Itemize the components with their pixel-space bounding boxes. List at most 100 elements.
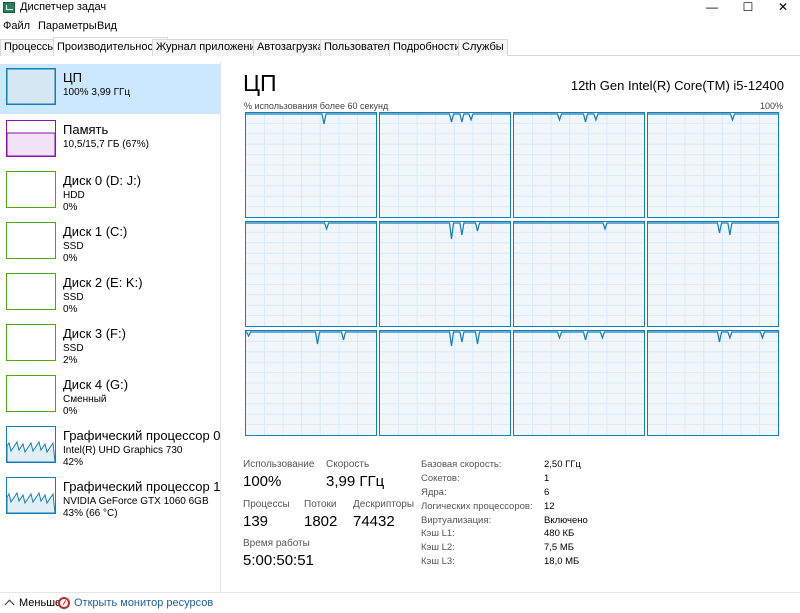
handles-value: 74432 <box>353 513 395 530</box>
core-usage-chart <box>246 113 376 217</box>
utilization-value: 100% <box>243 473 282 490</box>
sidebar-item-disk-1[interactable]: Диск 1 (C:) SSD 0% <box>0 218 220 268</box>
logical-processor-graph <box>379 221 511 327</box>
menu-file[interactable]: Файл <box>3 20 30 32</box>
sidebar-item-cpu[interactable]: ЦП 100% 3,99 ГГц <box>0 64 220 114</box>
task-manager-icon <box>3 2 15 13</box>
thumb-chart-disk-3 <box>6 324 56 361</box>
sidebar-item-gpu-0[interactable]: Графический процессор 0 Intel(R) UHD Gra… <box>0 422 221 472</box>
cpu-panel: ЦП 12th Gen Intel(R) Core(TM) i5-12400 %… <box>222 62 800 592</box>
tab-details[interactable]: Подробности <box>389 39 465 56</box>
sidebar-item-type: HDD <box>63 190 85 201</box>
fewer-details-button[interactable]: Меньше <box>4 597 61 610</box>
core-usage-chart <box>648 113 778 217</box>
graph-caption: % использования более 60 секунд <box>244 101 389 111</box>
sidebar-item-memory[interactable]: Память 10,5/15,7 ГБ (67%) <box>0 116 220 166</box>
sidebar-item-usage: 0% <box>63 253 78 264</box>
maximize-button[interactable]: ☐ <box>731 0 765 16</box>
cpu-model: 12th Gen Intel(R) Core(TM) i5-12400 <box>570 78 784 93</box>
uptime-value: 5:00:50:51 <box>243 552 314 569</box>
sidebar-item-detail: 100% 3,99 ГГц <box>63 87 131 98</box>
core-usage-chart <box>246 222 376 326</box>
spec-label-virtualization: Виртуализация: <box>421 515 492 526</box>
core-usage-line <box>246 113 376 125</box>
sidebar-item-name: Диск 2 (E: K:) <box>63 275 143 290</box>
processes-label: Процессы <box>243 499 290 510</box>
logical-processor-graph <box>513 112 645 218</box>
menu-view[interactable]: Вид <box>97 20 117 32</box>
tab-users[interactable]: Пользователи <box>320 39 400 56</box>
speed-value: 3,99 ГГц <box>326 473 385 490</box>
sidebar-item-usage: 2% <box>63 355 78 366</box>
tab-processes[interactable]: Процессы <box>0 39 60 56</box>
logical-processor-graph <box>647 112 779 218</box>
uptime-label: Время работы <box>243 538 310 549</box>
processes-value: 139 <box>243 513 269 530</box>
tab-services[interactable]: Службы <box>458 39 508 56</box>
sidebar-item-disk-3[interactable]: Диск 3 (F:) SSD 2% <box>0 320 220 370</box>
sidebar-item-usage: 42% <box>63 457 84 468</box>
core-usage-chart <box>648 222 778 326</box>
sidebar-item-usage: 43% (66 °C) <box>63 508 118 519</box>
thumb-chart-disk-2 <box>6 273 56 310</box>
core-usage-line <box>648 222 778 236</box>
tab-performance[interactable]: Производительность <box>53 37 168 56</box>
spec-value-l3-cache: 18,0 МБ <box>544 556 580 567</box>
sidebar-item-disk-2[interactable]: Диск 2 (E: K:) SSD 0% <box>0 269 220 319</box>
sidebar-item-model: Intel(R) UHD Graphics 730 <box>63 445 183 456</box>
sidebar-item-name: Диск 4 (G:) <box>63 377 129 392</box>
sidebar-thumbnail <box>6 120 56 157</box>
sidebar-item-type: SSD <box>63 241 84 252</box>
sidebar-item-gpu-1[interactable]: Графический процессор 1 NVIDIA GeForce G… <box>0 473 221 523</box>
threads-label: Потоки <box>304 499 337 510</box>
spec-value-l1-cache: 480 КБ <box>544 528 575 539</box>
sidebar-item-name: Графический процессор 1 <box>63 479 221 494</box>
tab-startup[interactable]: Автозагрузка <box>253 39 328 56</box>
sidebar-thumbnail <box>6 171 56 208</box>
sidebar-item-name: Память <box>63 122 109 137</box>
thumb-chart-disk-0 <box>6 171 56 208</box>
sidebar-item-name: Графический процессор 0 <box>63 428 221 443</box>
spec-value-l2-cache: 7,5 МБ <box>544 542 574 553</box>
graph-max-label: 100% <box>759 101 783 111</box>
sidebar-item-name: Диск 0 (D: J:) <box>63 173 142 188</box>
spec-label-sockets: Сокетов: <box>421 473 460 484</box>
logical-processor-graph <box>245 221 377 327</box>
spec-label-l2-cache: Кэш L2: <box>421 542 455 553</box>
sidebar-item-type: SSD <box>63 343 84 354</box>
open-resource-monitor-link[interactable]: Открыть монитор ресурсов <box>58 597 213 609</box>
core-usage-chart <box>246 331 376 435</box>
thumb-chart-memory <box>6 120 56 157</box>
core-usage-chart <box>380 222 510 326</box>
close-button[interactable]: ✕ <box>766 0 800 16</box>
sidebar-thumbnail <box>6 375 56 412</box>
speed-label: Скорость <box>326 459 370 470</box>
core-usage-chart <box>514 222 644 326</box>
spec-label-l3-cache: Кэш L3: <box>421 556 455 567</box>
logical-processor-graph <box>513 330 645 436</box>
chevron-up-icon <box>4 599 15 610</box>
core-usage-line <box>380 113 510 123</box>
sidebar-item-name: ЦП <box>63 70 82 85</box>
sidebar-thumbnail <box>6 273 56 310</box>
menu-bar: Файл Параметры Вид <box>0 18 800 36</box>
sidebar-thumbnail <box>6 68 56 105</box>
sidebar-item-usage: 0% <box>63 406 78 417</box>
thumb-chart-disk-4 <box>6 375 56 412</box>
core-usage-line <box>380 331 510 347</box>
logical-processor-graph <box>647 330 779 436</box>
page-title: ЦП <box>243 70 277 96</box>
spec-value-virtualization: Включено <box>544 515 588 526</box>
minimize-button[interactable]: — <box>695 0 729 16</box>
logical-processor-graph <box>245 112 377 218</box>
tab-bar: Процессы Производительность Журнал прило… <box>0 37 800 56</box>
sidebar-item-disk-4[interactable]: Диск 4 (G:) Сменный 0% <box>0 371 220 421</box>
sidebar-item-disk-0[interactable]: Диск 0 (D: J:) HDD 0% <box>0 167 220 217</box>
sidebar-item-model: NVIDIA GeForce GTX 1060 6GB <box>63 496 209 507</box>
logical-processor-graph <box>379 330 511 436</box>
sidebar-item-usage: 0% <box>63 202 78 213</box>
tab-app-history[interactable]: Журнал приложений <box>152 39 266 56</box>
sidebar-thumbnail <box>6 426 56 463</box>
menu-options[interactable]: Параметры <box>38 20 97 32</box>
sidebar-thumbnail <box>6 324 56 361</box>
